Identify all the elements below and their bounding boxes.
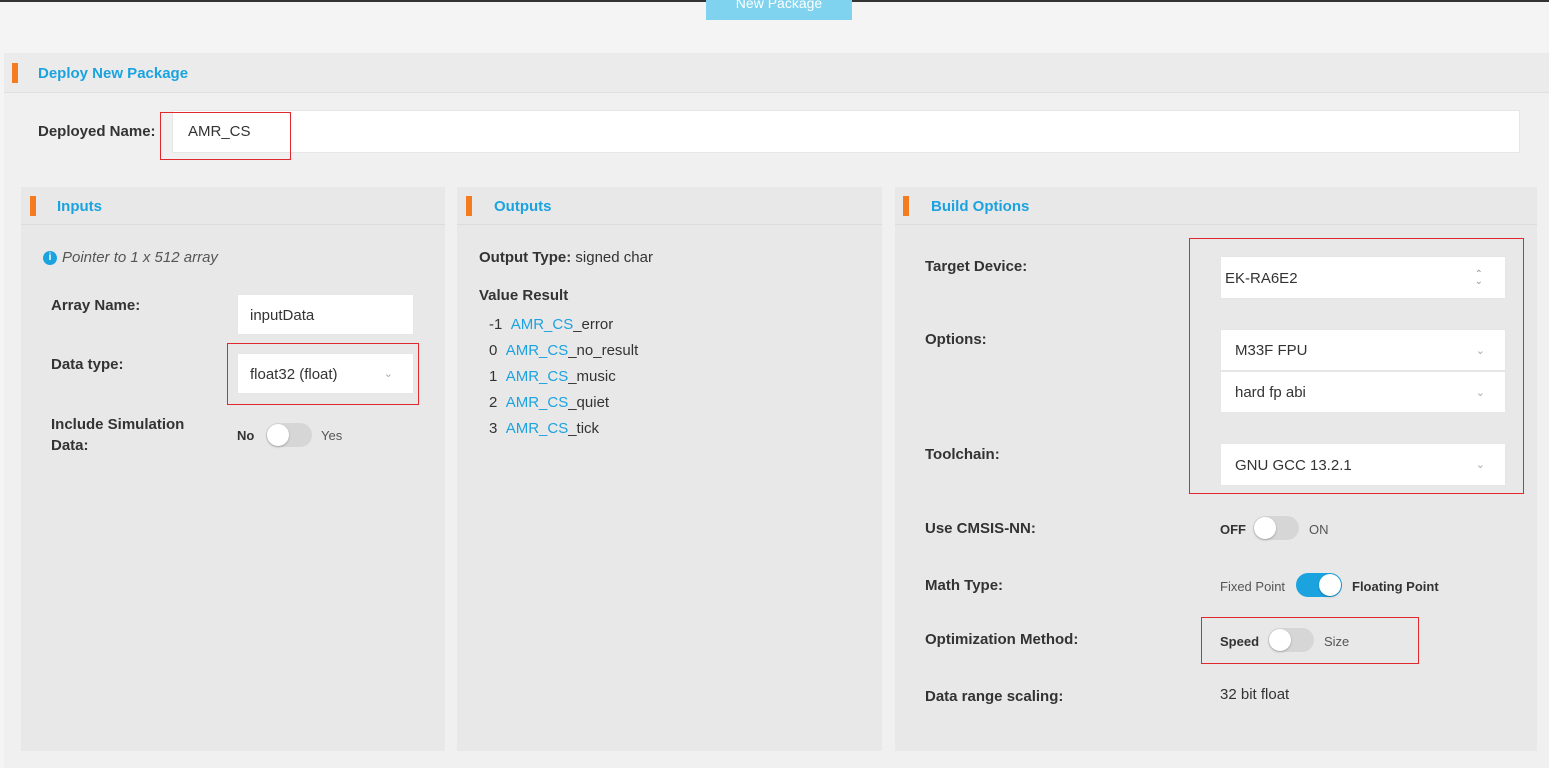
build-options-title: Build Options: [931, 198, 1030, 215]
accent-bar: [466, 196, 472, 216]
optimization-toggle[interactable]: [1268, 628, 1314, 652]
scaling-value: 32 bit float: [1220, 686, 1290, 703]
accent-bar: [30, 196, 36, 216]
value-class-link[interactable]: AMR_CS: [511, 316, 574, 333]
target-device-select[interactable]: EK-RA6E2 ⌃ ⌄: [1220, 256, 1506, 299]
value-num: 0: [489, 342, 498, 359]
cmsis-on-label: ON: [1309, 522, 1329, 537]
math-type-label: Math Type:: [925, 577, 1004, 594]
value-class-link[interactable]: AMR_CS: [506, 368, 569, 385]
list-item: 2 AMR_CS_quiet: [489, 394, 609, 411]
array-name-label: Array Name:: [51, 297, 141, 314]
data-type-label: Data type:: [51, 356, 124, 373]
new-package-button[interactable]: New Package: [706, 0, 852, 20]
target-device-label: Target Device:: [925, 258, 1028, 275]
value-num: -1: [489, 316, 503, 333]
value-class-link[interactable]: AMR_CS: [506, 342, 569, 359]
value-num: 1: [489, 368, 498, 385]
value-result-label: Value Result: [479, 287, 569, 304]
opt-off-label: Speed: [1220, 634, 1260, 649]
option1-value: M33F FPU: [1235, 342, 1308, 359]
opt-on-label: Size: [1324, 634, 1350, 649]
deployed-name-input[interactable]: AMR_CS: [172, 110, 1520, 153]
value-num: 2: [489, 394, 498, 411]
chevron-down-icon: ⌄: [1475, 345, 1485, 357]
inputs-hint: Pointer to 1 x 512 array: [62, 249, 218, 266]
data-type-select[interactable]: float32 (float) ⌄: [237, 353, 414, 394]
toolchain-select[interactable]: GNU GCC 13.2.1 ⌄: [1220, 443, 1506, 486]
toggle-knob: [1254, 517, 1276, 539]
chevron-down-icon: ⌄: [1475, 387, 1485, 399]
accent-bar: [12, 63, 18, 83]
sim-data-label: Include Simulation: [51, 416, 185, 433]
cmsis-toggle[interactable]: [1253, 516, 1299, 540]
toolchain-value: GNU GCC 13.2.1: [1235, 457, 1352, 474]
deploy-title: Deploy New Package: [38, 65, 189, 82]
output-type: Output Type: signed char: [479, 249, 653, 266]
value-class-suffix: _no_result: [568, 342, 639, 359]
sim-off-label: No: [237, 428, 255, 443]
math-off-label: Fixed Point: [1220, 579, 1286, 594]
sim-data-label-2: Data:: [51, 437, 89, 454]
value-class-suffix: _tick: [568, 420, 600, 437]
list-item: 1 AMR_CS_music: [489, 368, 616, 385]
toolchain-label: Toolchain:: [925, 446, 1000, 463]
value-class-link[interactable]: AMR_CS: [506, 420, 569, 437]
cmsis-label: Use CMSIS-NN:: [925, 520, 1036, 537]
chevron-down-icon: ⌄: [383, 368, 393, 380]
data-type-value: float32 (float): [250, 366, 338, 383]
list-item: 0 AMR_CS_no_result: [489, 342, 638, 359]
toggle-knob: [1319, 574, 1341, 596]
array-name-input[interactable]: inputData: [237, 294, 414, 335]
deployed-name-label: Deployed Name:: [38, 123, 156, 140]
option2-select[interactable]: hard fp abi ⌄: [1220, 371, 1506, 413]
sim-on-label: Yes: [321, 428, 343, 443]
inputs-panel: [21, 187, 445, 751]
deploy-header: [4, 53, 1549, 93]
value-class-suffix: _quiet: [568, 394, 610, 411]
inputs-title: Inputs: [57, 198, 102, 215]
value-num: 3: [489, 420, 498, 437]
value-class-suffix: _error: [573, 316, 614, 333]
list-item: -1 AMR_CS_error: [489, 316, 613, 333]
options-label: Options:: [925, 331, 987, 348]
accent-bar: [903, 196, 909, 216]
outputs-panel: [457, 187, 882, 751]
chevron-down-icon: ⌄: [1475, 459, 1485, 471]
toggle-knob: [1269, 629, 1291, 651]
scaling-label: Data range scaling:: [925, 688, 1064, 705]
optimization-label: Optimization Method:: [925, 631, 1079, 648]
updown-icon: ⌃ ⌄: [1474, 269, 1483, 287]
math-on-label: Floating Point: [1352, 579, 1439, 594]
output-type-value: signed char: [575, 249, 653, 266]
value-class-link[interactable]: AMR_CS: [506, 394, 569, 411]
toggle-knob: [267, 424, 289, 446]
cmsis-off-label: OFF: [1220, 522, 1246, 537]
math-type-toggle[interactable]: [1296, 573, 1342, 597]
list-item: 3 AMR_CS_tick: [489, 420, 599, 437]
option1-select[interactable]: M33F FPU ⌄: [1220, 329, 1506, 371]
target-device-value: EK-RA6E2: [1225, 270, 1298, 287]
option2-value: hard fp abi: [1235, 384, 1306, 401]
value-class-suffix: _music: [568, 368, 616, 385]
sim-data-toggle[interactable]: [266, 423, 312, 447]
outputs-title: Outputs: [494, 198, 552, 215]
output-type-label: Output Type:: [479, 249, 572, 266]
info-icon: i: [43, 251, 57, 265]
